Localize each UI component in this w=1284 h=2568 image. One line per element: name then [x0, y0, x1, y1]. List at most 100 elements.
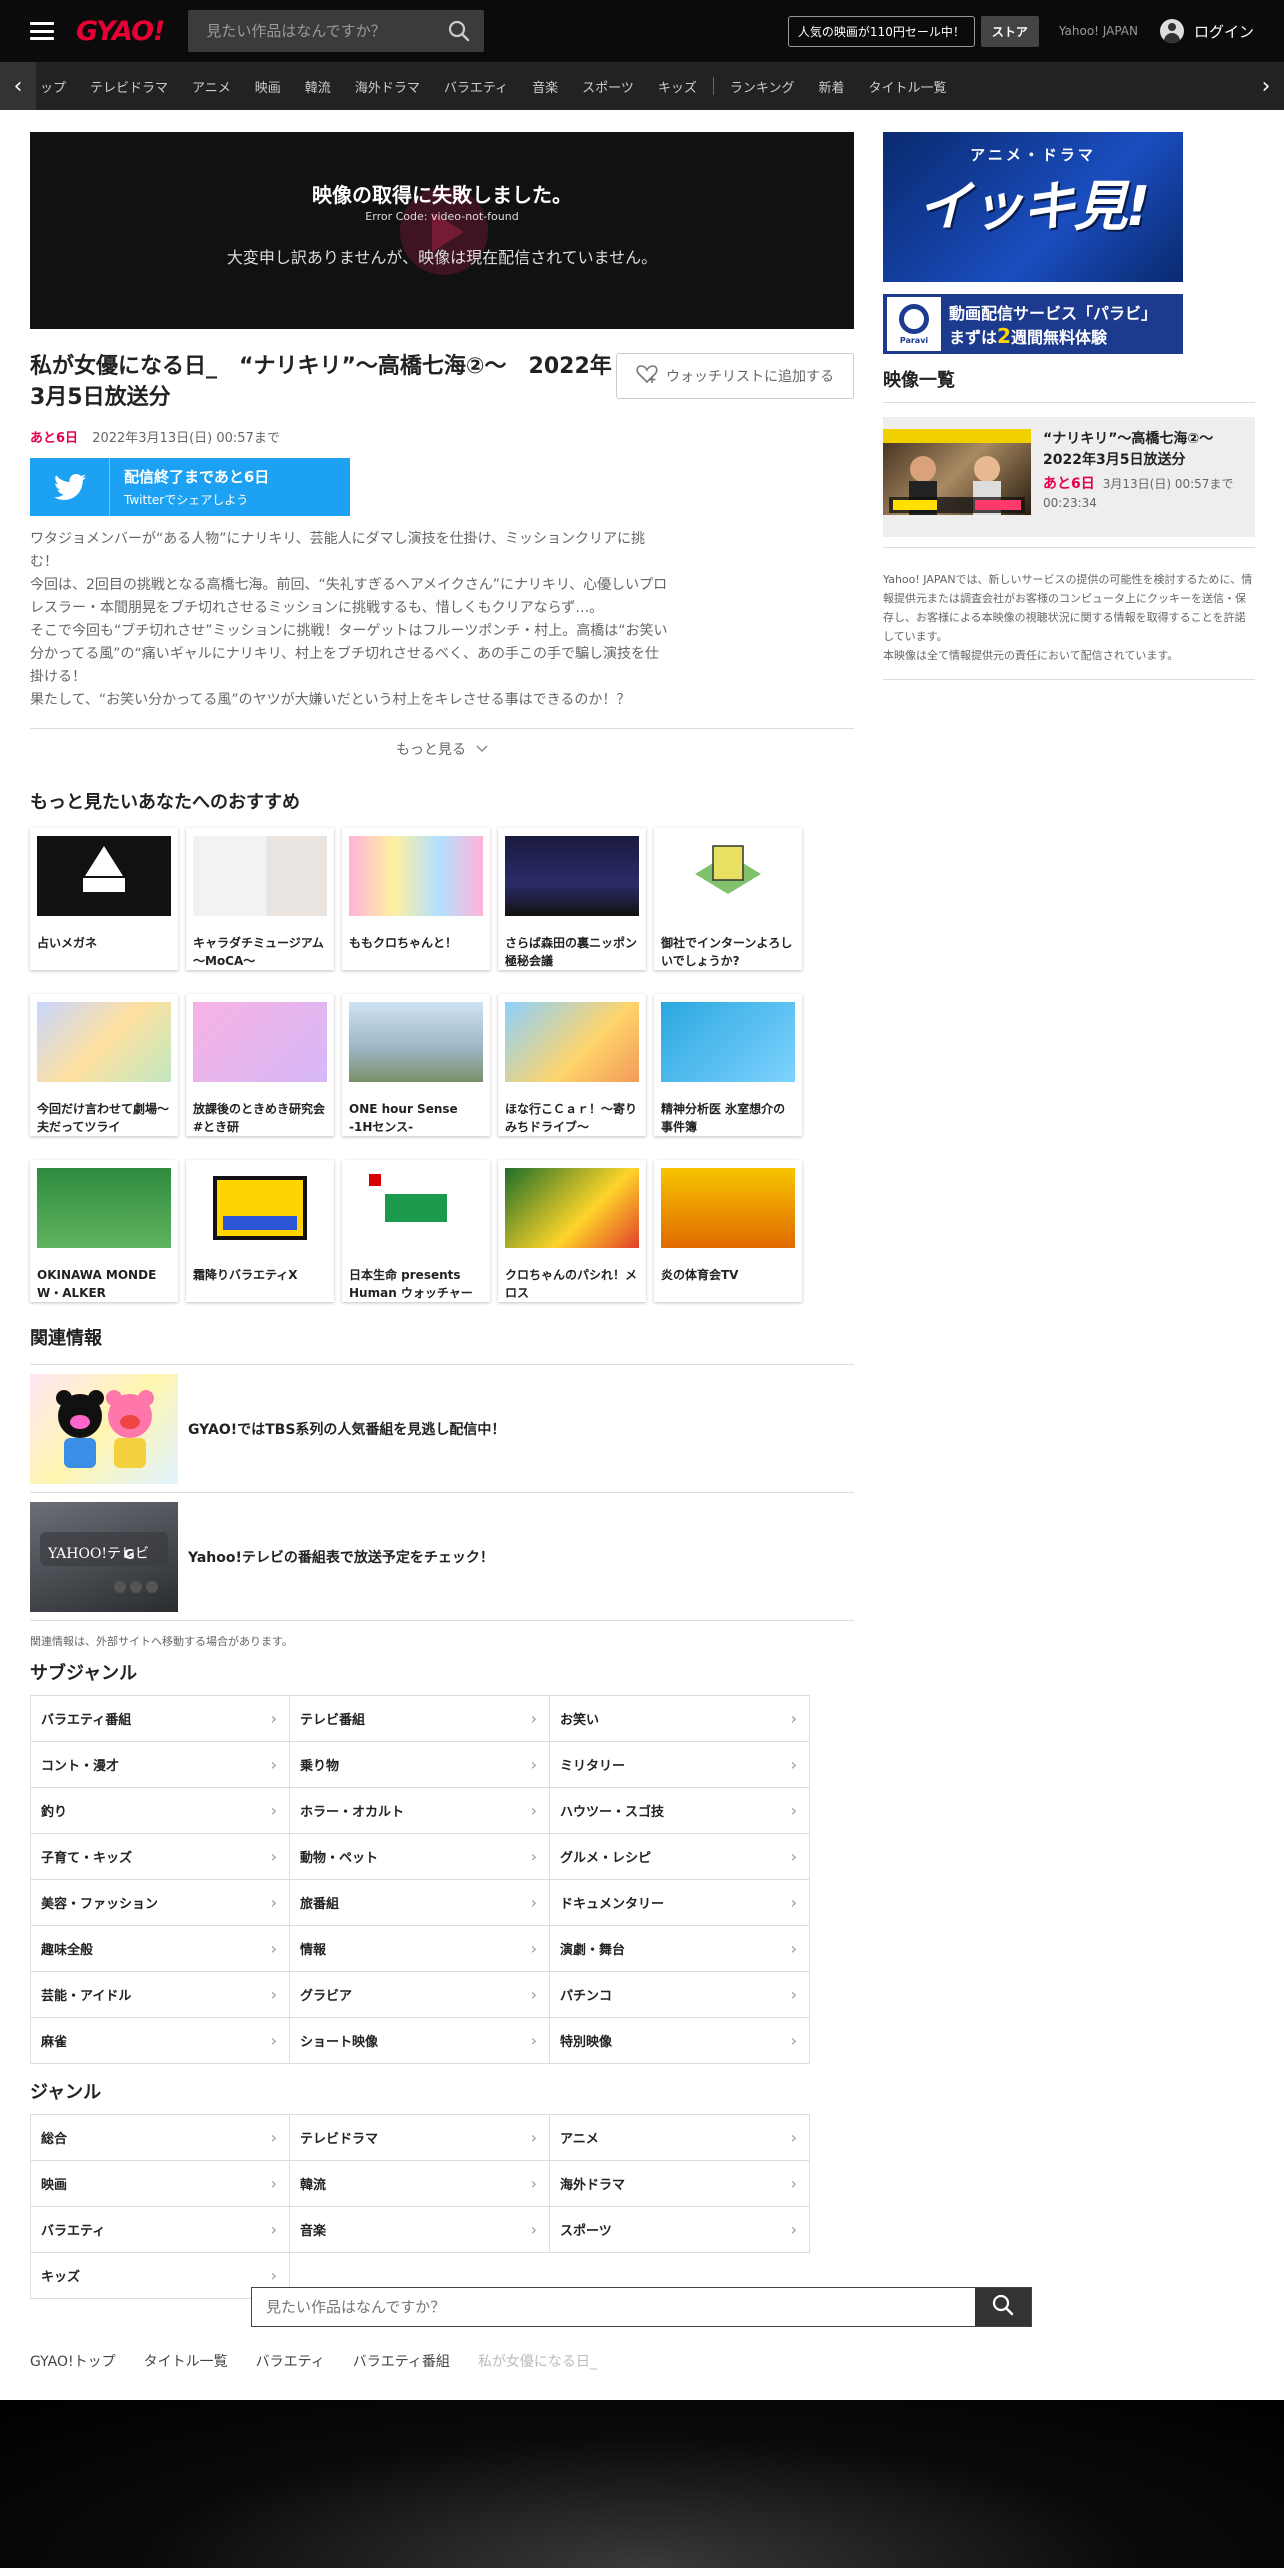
subgenre-link[interactable]: 動物・ペット ›	[290, 1834, 550, 1880]
subgenre-link[interactable]: 特別映像 ›	[550, 2018, 810, 2064]
breadcrumb-item[interactable]: バラエティ	[256, 2351, 325, 2371]
heart-plus-icon	[636, 364, 658, 388]
genre-link[interactable]: スポーツ ›	[550, 2207, 810, 2253]
recommend-card[interactable]: 占いメガネ	[30, 828, 178, 970]
show-more-link[interactable]: もっと見る	[30, 728, 854, 768]
recommend-card[interactable]: クロちゃんのパシれ！メロス	[498, 1160, 646, 1302]
genre-link[interactable]: 海外ドラマ ›	[550, 2161, 810, 2207]
genre-link[interactable]: テレビドラマ ›	[290, 2115, 550, 2161]
menu-icon[interactable]	[30, 22, 54, 40]
global-header: GYAO! 人気の映画が110円セール中！ ストア Yahoo! JAPAN ロ…	[0, 0, 1284, 62]
twitter-share-button[interactable]: 配信終了まであと6日 Twitterでシェアしよう	[30, 458, 350, 516]
breadcrumb-item[interactable]: タイトル一覧	[144, 2351, 228, 2371]
add-to-watchlist-button[interactable]: ウォッチリストに追加する	[616, 353, 854, 399]
video-list-title: 映像一覧	[883, 370, 955, 391]
subgenre-link[interactable]: ハウツー・スゴ技 ›	[550, 1788, 810, 1834]
nav-item[interactable]: ランキング	[730, 77, 795, 96]
subgenre-label: ショート映像	[300, 2035, 379, 2050]
movie-sale-link[interactable]: 人気の映画が110円セール中！	[787, 15, 975, 47]
recommend-card[interactable]: 今回だけ言わせて劇場～夫だってツライ	[30, 994, 178, 1136]
nav-item[interactable]: 海外ドラマ	[355, 77, 420, 96]
nav-item[interactable]: 映画	[255, 77, 281, 96]
genre-link[interactable]: アニメ ›	[550, 2115, 810, 2161]
bottom-search-input[interactable]	[252, 2288, 975, 2326]
genre-link[interactable]: バラエティ ›	[30, 2207, 290, 2253]
subgenre-link[interactable]: コント・漫才 ›	[30, 1742, 290, 1788]
subgenre-link[interactable]: 乗り物 ›	[290, 1742, 550, 1788]
recommend-card[interactable]: 霜降りバラエティX	[186, 1160, 334, 1302]
recommend-card[interactable]: ほな行こＣａｒ！～寄りみちドライブ～	[498, 994, 646, 1136]
breadcrumb-item[interactable]: バラエティ番組	[353, 2351, 450, 2371]
bottom-search-button[interactable]	[975, 2288, 1031, 2326]
recommend-card-title: ほな行こＣａｒ！～寄りみちドライブ～	[505, 1102, 638, 1134]
subgenre-link[interactable]: 旅番組 ›	[290, 1880, 550, 1926]
recommend-card[interactable]: OKINAWA MONDE W・ALKER	[30, 1160, 178, 1302]
chevron-right-icon: ›	[530, 1801, 537, 1820]
subgenre-link[interactable]: グラビア ›	[290, 1972, 550, 2018]
login-button[interactable]: ログイン	[1159, 19, 1254, 43]
svg-text:G: G	[124, 1548, 135, 1563]
store-button[interactable]: ストア	[980, 15, 1039, 47]
ikkimi-banner[interactable]: アニメ・ドラマ イッキ見!	[883, 132, 1183, 282]
nav-item[interactable]: タイトル一覧	[868, 77, 946, 96]
subgenre-link[interactable]: 演劇・舞台 ›	[550, 1926, 810, 1972]
paravi-banner[interactable]: Paravi 動画配信サービス「パラビ」 まずは2週間無料体験	[883, 294, 1183, 354]
paravi-line2-post: 週間無料体験	[1010, 328, 1107, 347]
genre-link[interactable]: 音楽 ›	[290, 2207, 550, 2253]
recommend-card[interactable]: 炎の体育会TV	[654, 1160, 802, 1302]
nav-item[interactable]: 韓流	[305, 77, 331, 96]
subgenre-link[interactable]: 子育て・キッズ ›	[30, 1834, 290, 1880]
nav-item[interactable]: 音楽	[532, 77, 558, 96]
nav-item[interactable]: ップ	[40, 77, 66, 96]
subgenre-link[interactable]: グルメ・レシピ ›	[550, 1834, 810, 1880]
gyao-logo[interactable]: GYAO!	[76, 16, 165, 47]
subgenre-link[interactable]: 趣味全般 ›	[30, 1926, 290, 1972]
chevron-right-icon: ›	[270, 2220, 277, 2239]
genre-link[interactable]: 韓流 ›	[290, 2161, 550, 2207]
breadcrumb-item[interactable]: GYAO!トップ	[30, 2351, 116, 2371]
video-meta: あと6日 3月13日(日) 00:57まで 00:23:34	[1043, 475, 1255, 513]
subgenre-link[interactable]: パチンコ ›	[550, 1972, 810, 2018]
nav-prev-arrow-icon[interactable]: ‹	[0, 62, 36, 110]
bottom-search	[251, 2287, 1032, 2327]
video-list-item[interactable]: “ナリキリ”～高橋七海②～ 2022年3月5日放送分 あと6日 3月13日(日) …	[883, 417, 1255, 537]
nav-item[interactable]: バラエティ	[444, 77, 508, 96]
yahoo-japan-link[interactable]: Yahoo! JAPAN	[1059, 24, 1138, 38]
twitter-share-line1: 配信終了まであと6日	[124, 468, 270, 486]
recommend-card[interactable]: キャラダチミュージアム～MoCA～	[186, 828, 334, 970]
subgenre-link[interactable]: ミリタリー ›	[550, 1742, 810, 1788]
subgenre-link[interactable]: お笑い ›	[550, 1696, 810, 1742]
subgenre-link[interactable]: テレビ番組 ›	[290, 1696, 550, 1742]
search-icon[interactable]	[448, 20, 470, 46]
nav-item[interactable]: テレビドラマ	[90, 77, 168, 96]
recommend-card[interactable]: ONE hour Sense -1Hセンス-	[342, 994, 490, 1136]
recommend-card[interactable]: さらば森田の裏ニッポン極秘会議	[498, 828, 646, 970]
nav-item[interactable]: アニメ	[192, 77, 231, 96]
subgenre-link[interactable]: 釣り ›	[30, 1788, 290, 1834]
recommend-card[interactable]: ももクロちゃんと！	[342, 828, 490, 970]
header-search-input[interactable]	[206, 22, 437, 40]
nav-item[interactable]: 新着	[818, 77, 844, 96]
recommend-card[interactable]: 精神分析医 氷室想介の事件簿	[654, 994, 802, 1136]
subgenre-link[interactable]: 情報 ›	[290, 1926, 550, 1972]
related-item[interactable]: GYAO!ではTBS系列の人気番組を見逃し配信中！	[30, 1365, 854, 1493]
subgenre-link[interactable]: 芸能・アイドル ›	[30, 1972, 290, 2018]
subgenre-link[interactable]: 麻雀 ›	[30, 2018, 290, 2064]
nav-next-arrow-icon[interactable]: ›	[1248, 62, 1284, 110]
subgenre-link[interactable]: 美容・ファッション ›	[30, 1880, 290, 1926]
genre-link[interactable]: 映画 ›	[30, 2161, 290, 2207]
recommend-thumbnail	[505, 1002, 639, 1082]
subgenre-link[interactable]: ドキュメンタリー ›	[550, 1880, 810, 1926]
recommend-card[interactable]: 御社でインターンよろしいでしょうか?	[654, 828, 802, 970]
nav-item[interactable]: スポーツ	[582, 77, 634, 96]
recommend-card[interactable]: 放課後のときめき研究会 #とき研	[186, 994, 334, 1136]
nav-item[interactable]: キッズ	[658, 77, 697, 96]
recommend-card-title: 今回だけ言わせて劇場～夫だってツライ	[37, 1102, 170, 1134]
subgenre-link[interactable]: バラエティ番組 ›	[30, 1696, 290, 1742]
subgenre-link[interactable]: ホラー・オカルト ›	[290, 1788, 550, 1834]
related-item[interactable]: YAHOO!テレビ G Yahoo!テレビの番組表で放送予定をチェック！	[30, 1493, 854, 1621]
video-player[interactable]: 映像の取得に失敗しました。 Error Code: video-not-foun…	[30, 132, 854, 329]
recommend-card[interactable]: 日本生命 presents Human ウォッチャー	[342, 1160, 490, 1302]
subgenre-link[interactable]: ショート映像 ›	[290, 2018, 550, 2064]
genre-link[interactable]: 総合 ›	[30, 2115, 290, 2161]
